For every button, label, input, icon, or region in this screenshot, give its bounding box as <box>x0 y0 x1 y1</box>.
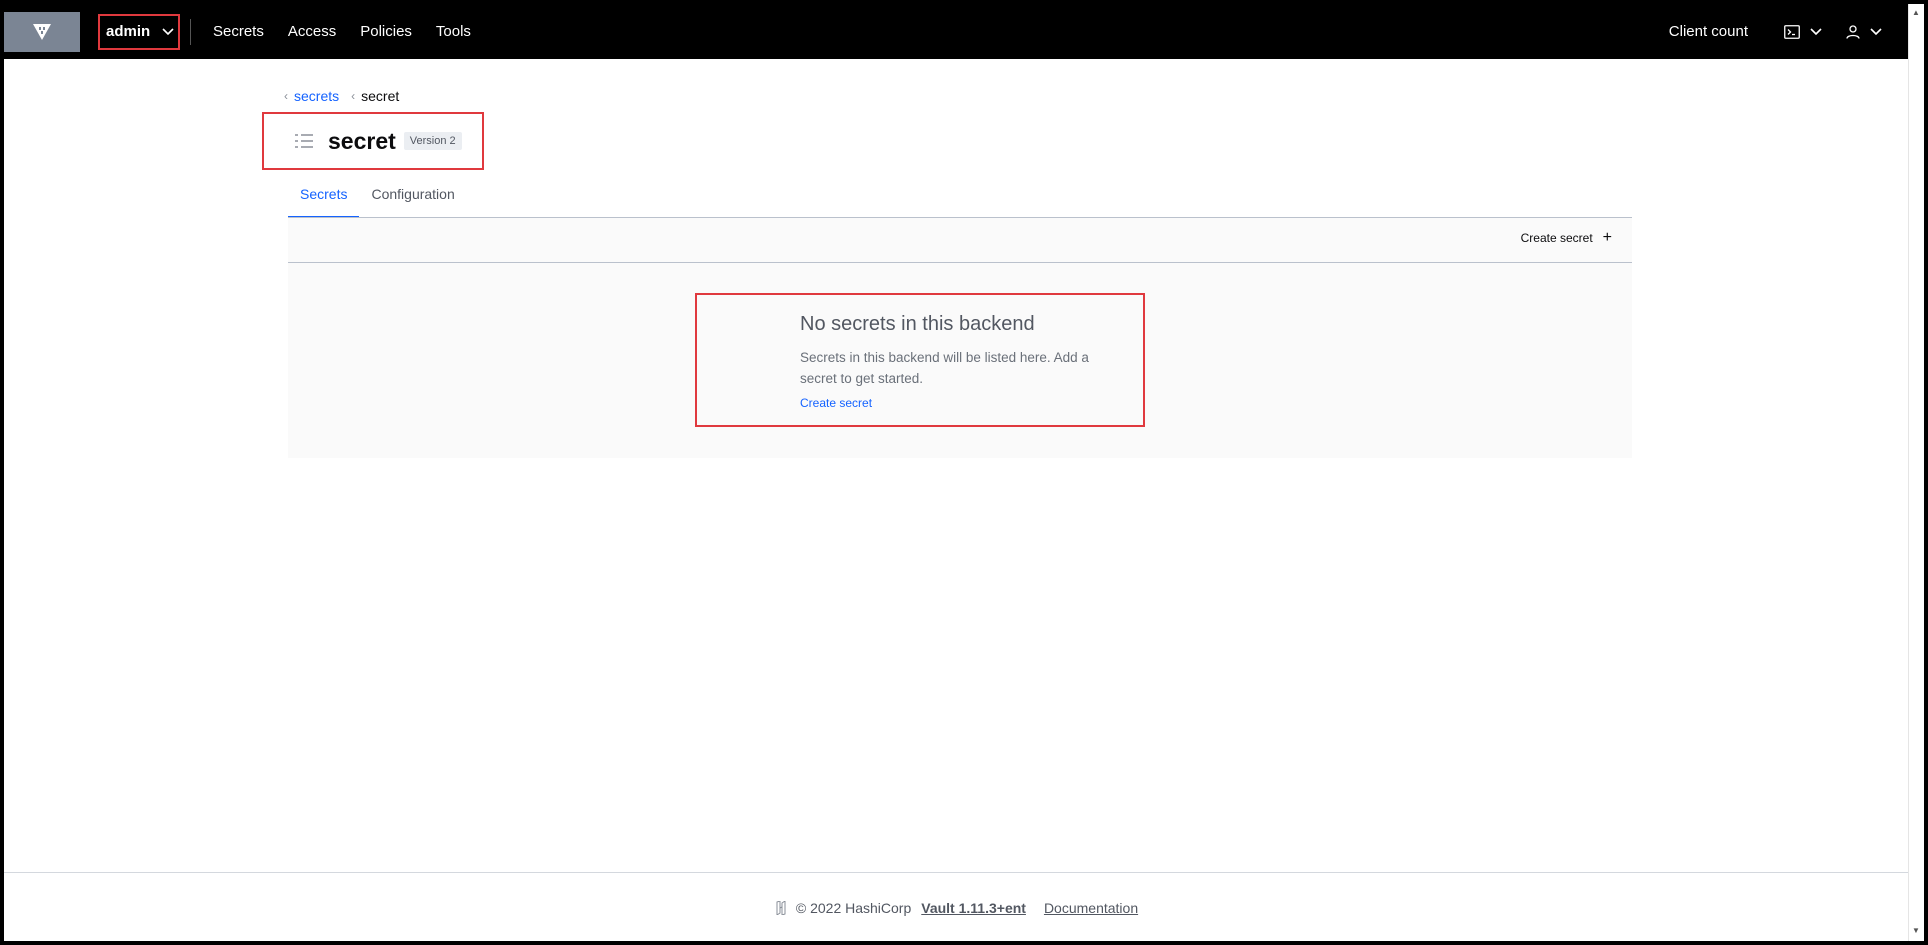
footer-copyright: © 2022 HashiCorp <box>795 900 912 916</box>
create-secret-label: Create secret <box>1520 231 1593 245</box>
tab-configuration[interactable]: Configuration <box>359 180 466 218</box>
chevron-left-icon: ‹ <box>351 89 356 103</box>
footer-documentation-link[interactable]: Documentation <box>1044 900 1138 916</box>
vault-logo-icon <box>33 23 51 40</box>
browser-frame: admin Secrets Access Policies Tools Clie… <box>0 0 1928 945</box>
user-icon <box>1846 24 1860 39</box>
user-menu[interactable] <box>1846 24 1882 39</box>
empty-state-title: No secrets in this backend <box>800 313 1035 335</box>
breadcrumb-current: secret <box>361 88 400 104</box>
scrollbar[interactable] <box>1908 4 1924 941</box>
console-menu[interactable] <box>1784 24 1822 39</box>
breadcrumb-secrets[interactable]: secrets <box>294 88 339 104</box>
chevron-down-icon <box>162 27 174 36</box>
footer-version-link[interactable]: Vault 1.11.3+ent <box>921 900 1026 916</box>
terminal-icon <box>1784 24 1800 39</box>
nav-link-tools[interactable]: Tools <box>436 23 471 40</box>
breadcrumb: ‹ secrets ‹ secret <box>284 88 399 104</box>
footer: © 2022 HashiCorp Vault 1.11.3+ent Docume… <box>4 900 1908 916</box>
page-title: secret <box>328 127 396 154</box>
nav-divider <box>190 18 191 45</box>
nav-right: Client count <box>1669 4 1882 59</box>
toolbar: Create secret + <box>288 217 1632 263</box>
nav-link-access[interactable]: Access <box>288 23 336 40</box>
scroll-down-icon[interactable]: ▼ <box>1911 926 1921 936</box>
list-icon <box>294 133 314 149</box>
scroll-up-icon[interactable]: ▲ <box>1911 8 1921 18</box>
plus-icon: + <box>1602 229 1612 246</box>
create-secret-button[interactable]: Create secret + <box>1520 229 1612 246</box>
top-nav: admin Secrets Access Policies Tools Clie… <box>4 4 1908 59</box>
empty-state-create-link[interactable]: Create secret <box>800 396 872 410</box>
tab-secrets[interactable]: Secrets <box>288 180 360 218</box>
namespace-picker[interactable]: admin <box>98 13 180 50</box>
tabs: Secrets Configuration <box>288 180 467 218</box>
footer-divider <box>4 872 1908 873</box>
chevron-down-icon <box>1810 27 1822 35</box>
empty-state-message: Secrets in this backend will be listed h… <box>800 350 1089 386</box>
hashicorp-icon <box>774 901 788 915</box>
namespace-label: admin <box>106 23 151 40</box>
empty-state: No secrets in this backend Secrets in th… <box>695 293 1145 427</box>
nav-link-secrets[interactable]: Secrets <box>213 23 264 40</box>
chevron-left-icon: ‹ <box>284 89 288 103</box>
client-count-link[interactable]: Client count <box>1669 23 1748 40</box>
page: admin Secrets Access Policies Tools Clie… <box>4 4 1908 941</box>
nav-link-policies[interactable]: Policies <box>360 23 412 40</box>
chevron-down-icon <box>1870 27 1882 35</box>
vault-logo[interactable] <box>4 11 80 52</box>
page-header: secret Version 2 <box>262 112 484 170</box>
version-badge: Version 2 <box>403 132 462 150</box>
